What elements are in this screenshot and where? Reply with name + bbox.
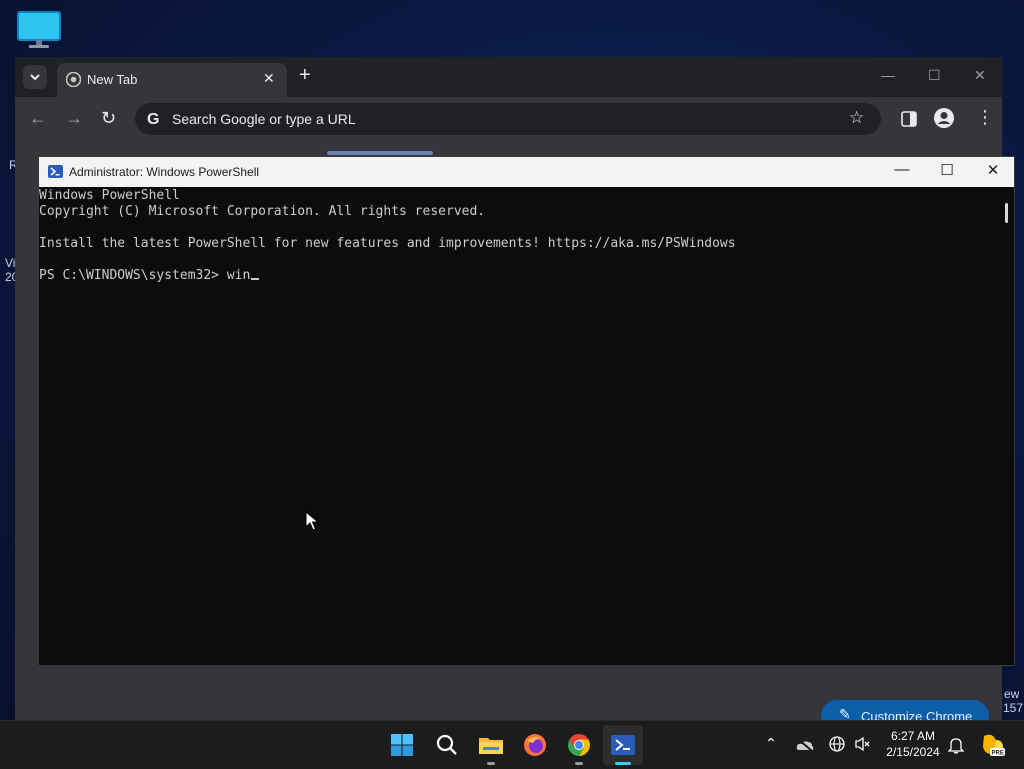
chevron-up-icon[interactable]: ⌃ [765,735,777,752]
close-tab-icon[interactable]: ✕ [263,70,275,87]
taskbar: ⌃ 6:27 AM 2/15/2024 PRE [0,720,1024,769]
firefox-icon[interactable] [520,730,550,760]
minimize-icon[interactable]: — [881,67,895,83]
powershell-title: Administrator: Windows PowerShell [69,165,260,179]
text-cursor [251,278,260,280]
windows-start-icon[interactable] [387,730,417,760]
minimize-icon[interactable]: — [887,161,917,178]
more-menu-icon[interactable]: ⋮ [976,107,994,128]
side-panel-icon[interactable] [901,111,917,127]
reload-icon[interactable]: ↻ [101,108,116,128]
search-icon[interactable] [432,730,462,760]
console-line: Install the latest PowerShell for new fe… [39,236,736,251]
tab-title: New Tab [87,72,138,87]
omnibox-placeholder: Search Google or type a URL [172,111,356,127]
clock-time: 6:27 AM [890,729,936,743]
tab-search-button[interactable] [23,65,47,89]
profile-avatar-icon[interactable] [933,107,955,129]
console-output[interactable]: Windows PowerShell Copyright (C) Microso… [39,187,1001,667]
console-prompt: PS C:\WINDOWS\system32> win [39,268,251,283]
volume-muted-icon[interactable] [854,736,870,752]
new-tab-button[interactable]: + [299,65,311,85]
running-indicator [575,762,583,765]
bookmark-star-icon[interactable]: ☆ [849,108,864,128]
clock[interactable]: 6:27 AM 2/15/2024 [880,728,946,760]
console-line: Copyright (C) Microsoft Corporation. All… [39,204,486,219]
console-prompt-line[interactable]: PS C:\WINDOWS\system32> win [39,268,260,283]
desktop-edge-text: 157 [1003,701,1024,715]
powershell-window[interactable]: Administrator: Windows PowerShell — ☐ ✕ … [38,156,1015,666]
notification-bell-icon[interactable] [948,736,964,754]
tab-new-tab[interactable]: New Tab ✕ [57,63,287,97]
active-indicator [615,762,631,765]
chrome-icon[interactable] [564,730,594,760]
desktop-edge-text: ew [1004,687,1020,701]
chevron-down-icon [30,74,40,81]
mouse-pointer-icon [305,511,319,531]
running-indicator [487,762,495,765]
console-line: Windows PowerShell [39,188,180,203]
copilot-pre-icon[interactable]: PRE [980,732,1006,758]
chrome-tab-strip: New Tab ✕ + — ☐ ✕ [15,57,1002,97]
powershell-titlebar[interactable]: Administrator: Windows PowerShell — ☐ ✕ [39,157,1014,187]
powershell-icon [48,165,63,178]
svg-text:G: G [147,111,159,127]
this-pc-desktop-icon[interactable] [16,10,62,50]
omnibox[interactable]: G Search Google or type a URL ☆ [135,103,881,135]
back-arrow-icon[interactable]: ← [29,108,47,128]
powershell-icon[interactable] [608,730,638,760]
maximize-icon[interactable]: ☐ [932,161,962,179]
close-window-icon[interactable]: ✕ [974,67,986,84]
clock-date: 2/15/2024 [886,745,940,759]
google-g-icon: G [147,111,159,127]
svg-text:PRE: PRE [992,751,1004,757]
chrome-favicon-icon [66,72,81,87]
desktop-edge-text: Vi [5,256,16,270]
forward-arrow-icon[interactable]: → [65,108,83,128]
file-explorer-icon[interactable] [476,730,506,760]
close-window-icon[interactable]: ✕ [978,161,1008,179]
globe-icon[interactable] [829,736,845,752]
console-scrollbar[interactable] [1005,203,1008,223]
onedrive-off-icon[interactable] [796,738,814,752]
google-logo-fragment [327,151,433,155]
chrome-toolbar: ← → ↻ G Search Google or type a URL ☆ ⋮ [15,97,1002,141]
maximize-icon[interactable]: ☐ [928,67,941,84]
